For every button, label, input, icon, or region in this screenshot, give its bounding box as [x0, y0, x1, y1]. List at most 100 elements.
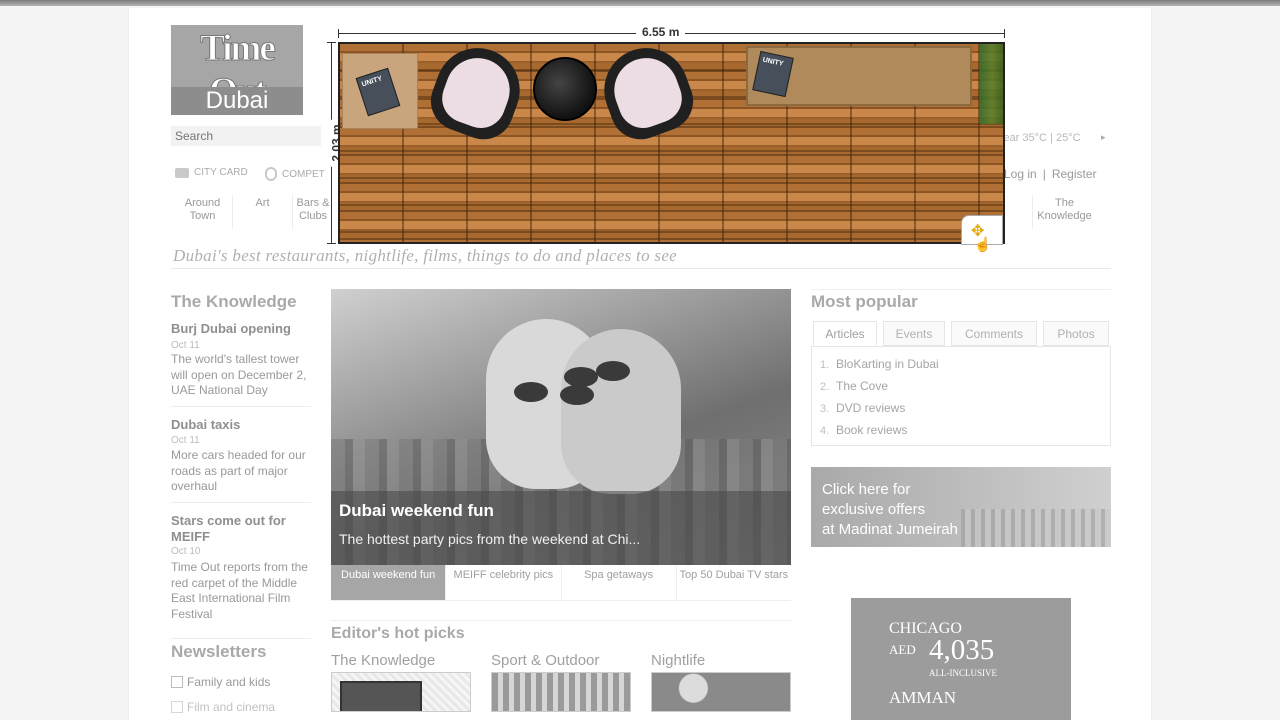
- newsletter-option[interactable]: Film and cinema: [171, 700, 275, 714]
- register-link[interactable]: Register: [1049, 167, 1100, 181]
- feature-subtitle: The hottest party pics from the weekend …: [339, 531, 641, 547]
- knowledge-summary: More cars headed for our roads as part o…: [171, 448, 306, 493]
- side-table[interactable]: UNITY: [342, 53, 418, 129]
- tab-articles[interactable]: Articles: [813, 321, 877, 346]
- list-item[interactable]: 1. BloKarting in Dubai: [820, 357, 939, 371]
- knowledge-date: Oct 11: [171, 340, 200, 351]
- checkbox[interactable]: [171, 676, 183, 688]
- feature-tab[interactable]: Top 50 Dubai TV stars: [677, 565, 791, 600]
- banner-line: at Madinat Jumeirah: [822, 521, 958, 538]
- banner-text: Click here for exclusive offers at Madin…: [822, 480, 958, 540]
- dimension-tick: [338, 29, 339, 38]
- login-link[interactable]: Log in: [1001, 167, 1040, 181]
- competitions-link[interactable]: COMPET: [265, 167, 325, 181]
- timeout-logo[interactable]: Time Out Dubai: [171, 25, 303, 115]
- divider: [331, 620, 791, 621]
- item-label: DVD reviews: [836, 401, 906, 415]
- list-item[interactable]: 4. Book reviews: [820, 423, 907, 437]
- flight-ad[interactable]: CHICAGO AED 4,035 ALL-INCLUSIVE AMMAN: [851, 598, 1071, 720]
- tab-photos[interactable]: Photos: [1043, 321, 1109, 346]
- feature-tab[interactable]: Spa getaways: [562, 565, 677, 600]
- editors-title: Editor's hot picks: [331, 625, 465, 642]
- plant[interactable]: [979, 44, 1003, 124]
- item-number: 1.: [820, 359, 830, 371]
- divider: [171, 502, 311, 503]
- magazine-title: UNITY: [361, 75, 384, 89]
- editors-col-title[interactable]: Sport & Outdoor: [491, 652, 599, 669]
- divider: [171, 268, 1111, 269]
- newsletter-option[interactable]: Family and kids: [171, 675, 270, 689]
- list-item[interactable]: 2. The Cove: [820, 379, 888, 393]
- newsletter-label: Film and cinema: [187, 700, 276, 714]
- city-card-link[interactable]: CITY CARD: [175, 167, 248, 178]
- feature-title[interactable]: Dubai weekend fun: [339, 501, 494, 521]
- auth-links: Log in | Register: [1001, 167, 1100, 181]
- ad-currency: AED: [889, 642, 916, 657]
- auth-separator: |: [1042, 167, 1046, 181]
- chair-cushion: [605, 49, 689, 135]
- editors-thumbnail[interactable]: [651, 672, 791, 712]
- dimension-tick: [327, 42, 336, 43]
- dimension-tick: [1004, 29, 1005, 38]
- magazine-stack: UNITY: [355, 67, 401, 117]
- knowledge-headline[interactable]: Burj Dubai opening: [171, 321, 313, 337]
- banner-line: exclusive offers: [822, 501, 926, 518]
- knowledge-date: Oct 11: [171, 435, 200, 446]
- item-label: BloKarting in Dubai: [836, 357, 939, 371]
- weather-next-icon[interactable]: ▸: [1101, 132, 1106, 143]
- feature-slideshow[interactable]: Dubai weekend fun The hottest party pics…: [331, 289, 791, 565]
- thumbnail-image: [340, 681, 422, 711]
- ad-destination: AMMAN: [889, 688, 957, 707]
- sideboard[interactable]: UNITY: [746, 46, 972, 106]
- skyline-image: [961, 509, 1111, 547]
- knowledge-headline[interactable]: Dubai taxis: [171, 417, 313, 433]
- dimension-tick: [327, 243, 336, 244]
- ad-price: 4,035: [929, 634, 995, 666]
- nav-the-knowledge[interactable]: The Knowledge: [1032, 195, 1096, 229]
- nav-around-town[interactable]: Around Town: [173, 195, 233, 229]
- editors-thumbnail[interactable]: [491, 672, 631, 712]
- city-card-label: CITY CARD: [194, 167, 248, 178]
- feature-tabs: Dubai weekend fun MEIFF celebrity pics S…: [331, 565, 791, 601]
- magazine-stack: UNITY: [752, 50, 794, 98]
- weather-readout: lear 35°C | 25°C: [1001, 132, 1081, 144]
- item-label: Book reviews: [836, 423, 908, 437]
- divider: [171, 638, 311, 639]
- sunglasses: [564, 367, 598, 387]
- width-dimension-label: 6.55 m: [636, 25, 686, 39]
- coffee-table[interactable]: [533, 57, 597, 121]
- feature-tab[interactable]: Dubai weekend fun: [331, 565, 447, 600]
- banner-line: Click here for: [822, 481, 911, 498]
- newsletters-title: Newsletters: [171, 642, 267, 661]
- room-floor-plan[interactable]: UNITY UNITY: [338, 42, 1005, 244]
- most-popular-title: Most popular: [811, 292, 918, 311]
- knowledge-title[interactable]: The Knowledge: [171, 292, 297, 312]
- photo-person: [561, 329, 681, 494]
- nav-bars-clubs[interactable]: Bars & Clubs: [283, 195, 343, 229]
- sunglasses: [596, 361, 630, 381]
- checkbox[interactable]: [171, 701, 183, 713]
- award-icon: [265, 167, 277, 181]
- logo-city: Dubai: [171, 87, 303, 115]
- chair-cushion: [435, 49, 519, 135]
- popular-list: 1. BloKarting in Dubai 2. The Cove 3. DVD r…: [811, 346, 1111, 446]
- divider: [171, 406, 311, 407]
- knowledge-date: Oct 10: [171, 546, 201, 557]
- search-input[interactable]: [171, 126, 321, 146]
- competitions-label: COMPET: [282, 168, 325, 180]
- sunglasses: [560, 385, 594, 405]
- list-item[interactable]: 3. DVD reviews: [820, 401, 905, 415]
- editors-col-title[interactable]: Nightlife: [651, 652, 705, 669]
- tab-events[interactable]: Events: [883, 321, 945, 346]
- editors-col-title[interactable]: The Knowledge: [331, 652, 435, 669]
- knowledge-summary: Time Out reports from the red carpet of …: [171, 560, 308, 621]
- window-top-bar: [0, 0, 1280, 6]
- item-number: 4.: [820, 425, 830, 437]
- item-number: 2.: [820, 381, 830, 393]
- madinat-banner[interactable]: Click here for exclusive offers at Madin…: [811, 467, 1111, 547]
- tab-comments[interactable]: Comments: [951, 321, 1037, 346]
- knowledge-headline[interactable]: Stars come out for MEIFF: [171, 513, 313, 545]
- tagline: Dubai's best restaurants, nightlife, fil…: [173, 246, 678, 265]
- feature-tab[interactable]: MEIFF celebrity pics: [446, 565, 562, 600]
- editors-thumbnail[interactable]: [331, 672, 471, 712]
